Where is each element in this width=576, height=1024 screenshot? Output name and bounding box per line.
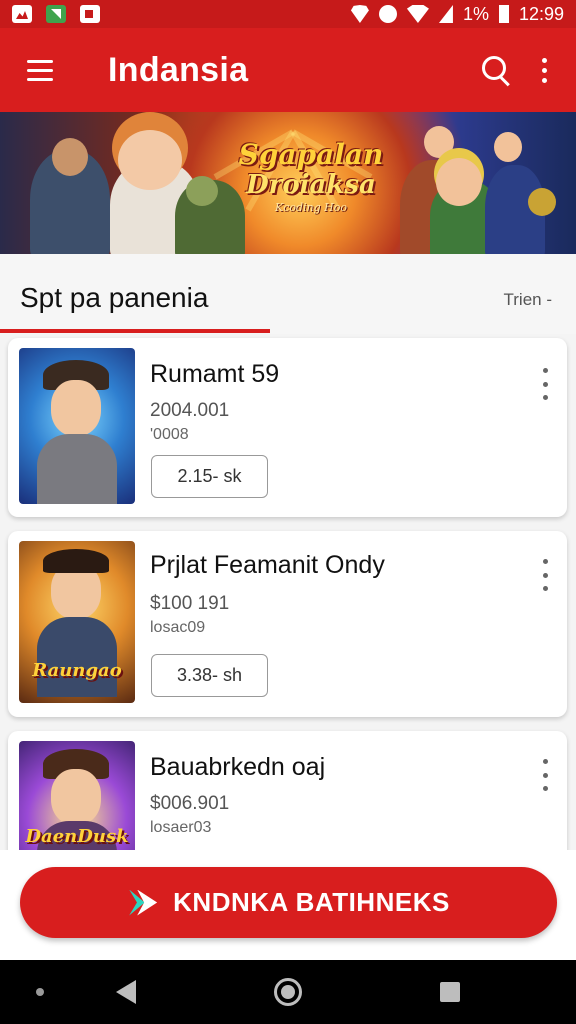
menu-icon[interactable] [12, 42, 68, 98]
more-vert-icon[interactable] [520, 46, 568, 94]
game-card[interactable]: Rumamt 59 2004.001 '0008 2.15- sk [8, 338, 567, 517]
game-thumbnail: Raungao [19, 541, 135, 703]
game-action-button[interactable]: 2.15- sk [151, 455, 268, 498]
game-action-button[interactable]: 3.38- sh [151, 654, 268, 697]
thumbnail-logo: Raungao [32, 660, 122, 681]
message-notification-icon [80, 5, 100, 23]
thumbnail-logo: DaenDusk [25, 826, 129, 847]
card-more-icon[interactable] [537, 755, 553, 795]
game-price: $100 191 [150, 593, 230, 614]
promo-banner[interactable]: Sgapalan Droiaksa Kcoding Hoo [0, 112, 576, 254]
system-nav-bar [0, 960, 576, 1024]
home-icon[interactable] [274, 978, 302, 1006]
section-underline [0, 329, 270, 333]
gallery-notification-icon [12, 5, 32, 23]
game-price: 2004.001 [150, 400, 230, 421]
banner-title-line1: Sgapalan [238, 138, 384, 171]
game-card[interactable]: Raungao Prjlat Feamanit Ondy $100 191 lo… [8, 531, 567, 717]
primary-cta-button[interactable]: KNDNKA BATIHNEKS [20, 867, 557, 938]
game-title: Bauabrkedn oaj [150, 753, 326, 781]
app-bar: Indansia [0, 28, 576, 112]
game-meta: losaer03 [150, 819, 212, 836]
section-title: Spt pa panenia [20, 282, 209, 313]
card-more-icon[interactable] [537, 364, 553, 404]
section-header: Spt pa panenia Trien - [0, 254, 576, 334]
signal-icon [438, 5, 453, 23]
app-notification-icon [46, 5, 66, 23]
search-icon[interactable] [472, 46, 520, 94]
section-see-more-link[interactable]: Trien - [504, 290, 553, 310]
clock: 12:99 [518, 3, 564, 24]
bottom-cta-bar: KNDNKA BATIHNEKS [0, 850, 576, 960]
banner-title: Sgapalan Droiaksa Kcoding Hoo [236, 140, 386, 216]
wifi-icon [406, 5, 429, 23]
app-title: Indansia [108, 50, 249, 89]
game-price: $006.901 [150, 793, 230, 814]
game-meta: losac09 [150, 619, 206, 636]
banner-tagline: Kcoding Hoo [274, 201, 348, 214]
game-meta: '0008 [150, 426, 189, 443]
banner-title-line2: Droiaksa [246, 170, 376, 200]
game-title: Rumamt 59 [150, 360, 280, 388]
battery-icon [498, 5, 509, 23]
game-title: Prjlat Feamanit Ondy [150, 551, 385, 579]
nav-dot-icon [36, 988, 44, 996]
card-more-icon[interactable] [537, 555, 553, 595]
status-bar: 1% 12:99 [0, 0, 576, 28]
play-arrow-icon [127, 888, 157, 918]
cta-label: KNDNKA BATIHNEKS [173, 887, 450, 917]
recents-icon[interactable] [440, 982, 460, 1002]
alarm-icon [378, 5, 397, 23]
location-icon [350, 5, 369, 23]
game-thumbnail [19, 348, 135, 504]
battery-percent: 1% [462, 3, 489, 24]
back-icon[interactable] [116, 980, 136, 1004]
